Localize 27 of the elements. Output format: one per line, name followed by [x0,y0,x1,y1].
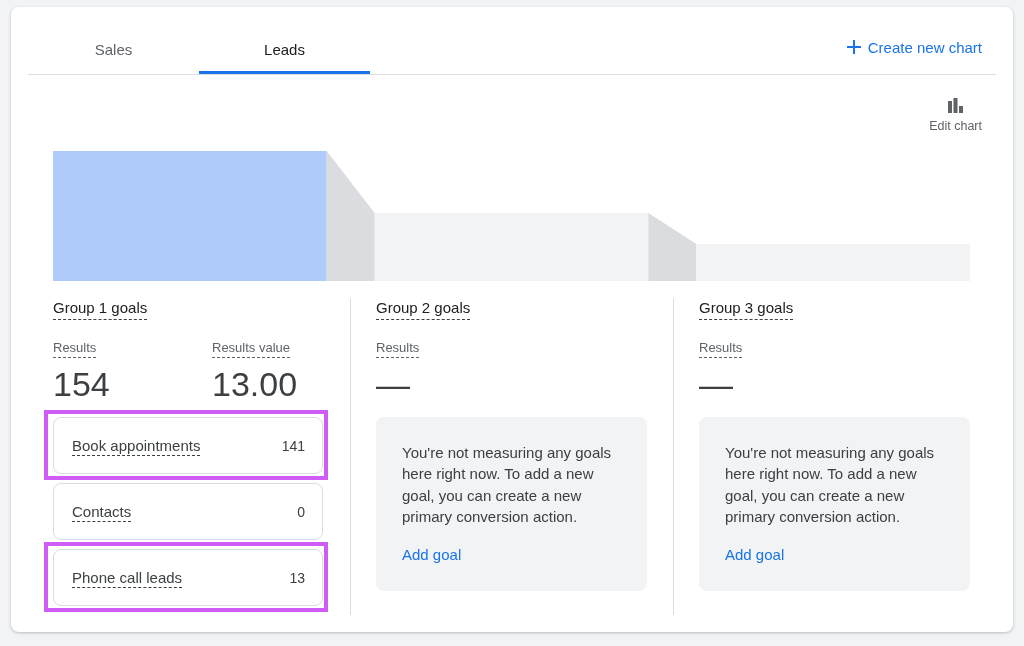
metric-label: Results [699,340,743,358]
create-chart-button[interactable]: Create new chart [846,38,982,56]
metric-label: Results [53,340,97,358]
group-title: Group 2 goals [376,298,471,320]
group-title: Group 1 goals [53,298,148,320]
tab[interactable]: Sales [28,24,199,74]
goal-name: Book appointments [72,435,201,456]
goal-value: 141 [281,437,305,454]
plus-icon [846,40,861,54]
metric-value: 154 [53,366,110,402]
empty-state-message: You're not measuring any goals here right now. To add a new goal, you can create a new primary conversion action. [402,443,613,527]
tab[interactable]: Leads [199,24,370,74]
add-goal-link[interactable]: Add goal [725,545,785,566]
metric-label: Results value [212,340,291,358]
metric-value: 13.00 [212,366,298,402]
goal-name: Phone call leads [72,567,183,588]
goal-name: Contacts [72,501,132,522]
metric-value: — [376,366,410,402]
metric-value: — [699,366,733,402]
edit-chart-button[interactable]: Edit chart [929,98,982,134]
metric-label: Results [376,340,420,358]
add-goal-link[interactable]: Add goal [402,545,462,566]
goal-value: 13 [289,569,305,586]
bar-chart-icon [948,98,964,113]
goal-value: 0 [297,503,305,520]
empty-state-message: You're not measuring any goals here right now. To add a new goal, you can create a new primary conversion action. [725,443,936,527]
group-title: Group 3 goals [699,298,794,320]
